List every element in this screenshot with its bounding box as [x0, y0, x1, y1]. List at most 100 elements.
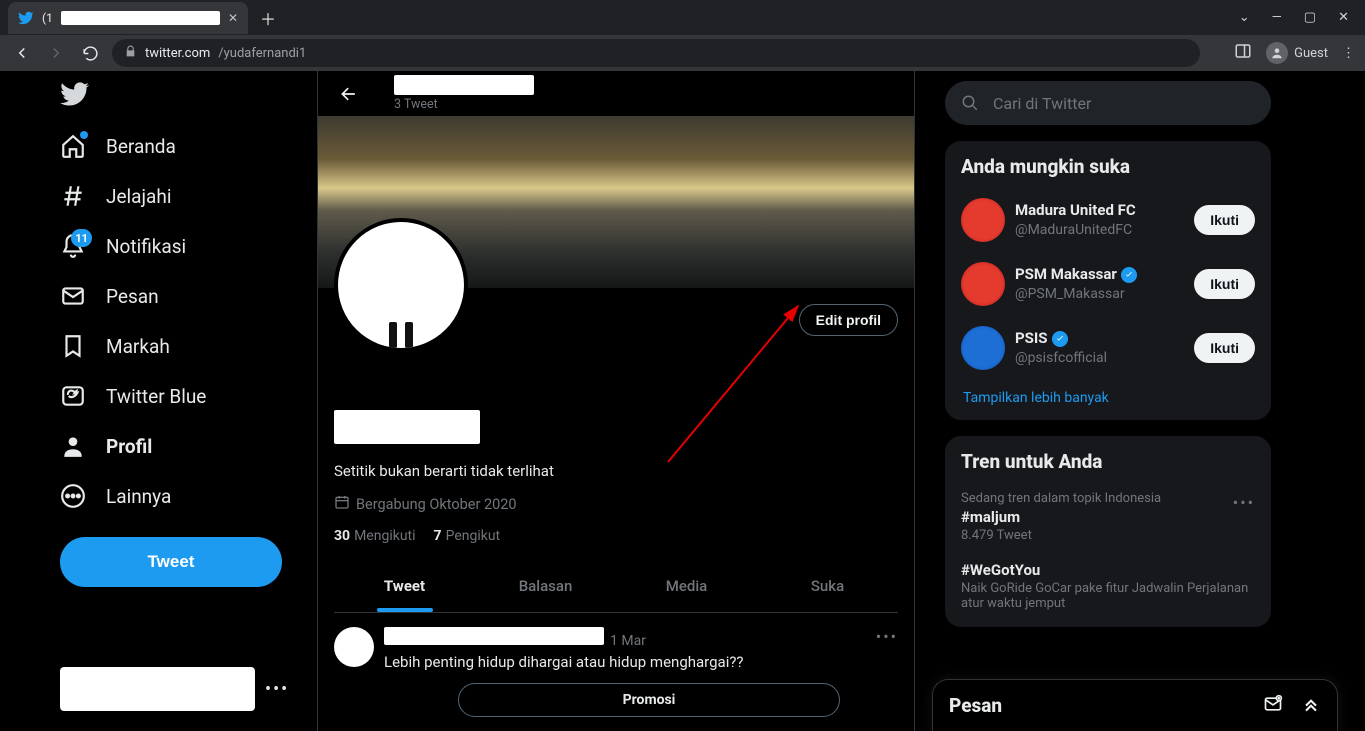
verified-badge-icon — [1121, 267, 1137, 283]
suggestion-avatar — [961, 198, 1005, 242]
trend-tag: #WeGotYou — [961, 561, 1255, 579]
minimize-icon[interactable]: ― — [1272, 10, 1282, 25]
account-redacted — [60, 667, 255, 711]
follow-button[interactable]: Ikuti — [1194, 269, 1255, 299]
trend-count: 8.479 Tweet — [961, 528, 1255, 543]
annotation-arrow-icon — [658, 292, 818, 472]
hash-icon — [60, 183, 86, 209]
sidebar-item-messages[interactable]: Pesan — [60, 271, 317, 321]
close-tab-icon[interactable]: ✕ — [228, 11, 238, 25]
messages-dock[interactable]: Pesan — [932, 679, 1338, 731]
trend-item[interactable]: Sedang tren dalam topik Indonesia #malju… — [961, 483, 1255, 551]
nav-label: Markah — [106, 335, 170, 358]
close-window-icon[interactable]: ✕ — [1338, 10, 1349, 25]
sidebar-item-profile[interactable]: Profil — [60, 421, 317, 471]
nav-label: Twitter Blue — [106, 385, 206, 408]
card-title: Tren untuk Anda — [961, 450, 1255, 473]
panel-icon[interactable] — [1234, 42, 1252, 64]
forward-icon[interactable] — [44, 41, 68, 65]
reload-icon[interactable] — [78, 41, 102, 65]
sidebar: Beranda Jelajahi 11 Notifikasi Pesan — [0, 71, 317, 731]
tweet-text: Lebih penting hidup dihargai atau hidup … — [384, 653, 898, 671]
sidebar-item-bookmarks[interactable]: Markah — [60, 321, 317, 371]
person-icon — [60, 433, 86, 459]
kebab-menu-icon[interactable]: ⋮ — [1342, 46, 1355, 61]
account-switcher[interactable]: ••• — [60, 667, 317, 711]
ellipsis-icon[interactable]: ••• — [265, 679, 289, 700]
suggestion-name: PSM Makassar — [1015, 265, 1184, 285]
envelope-icon — [60, 283, 86, 309]
expand-dock-icon[interactable] — [1301, 694, 1321, 718]
main-column: 3 Tweet Edit profil Setitik bukan berart… — [317, 71, 915, 731]
search-icon — [961, 94, 979, 112]
sidebar-item-notifications[interactable]: 11 Notifikasi — [60, 221, 317, 271]
suggestion-item[interactable]: PSM Makassar @PSM_Makassar Ikuti — [961, 252, 1255, 316]
nav-label: Notifikasi — [106, 235, 186, 258]
nav-label: Lainnya — [106, 485, 171, 508]
profile-tabs: Tweet Balasan Media Suka — [334, 560, 898, 613]
card-title: Anda mungkin suka — [961, 155, 1255, 178]
chevron-down-icon[interactable]: ⌄ — [1239, 10, 1250, 25]
trend-more-icon[interactable]: ••• — [1233, 493, 1255, 512]
suggestion-handle: @PSM_Makassar — [1015, 285, 1184, 303]
sidebar-item-home[interactable]: Beranda — [60, 121, 317, 171]
sidebar-item-twitter-blue[interactable]: Twitter Blue — [60, 371, 317, 421]
search-input[interactable]: Cari di Twitter — [945, 81, 1271, 125]
dock-title: Pesan — [949, 694, 1002, 717]
tab-replies[interactable]: Balasan — [475, 560, 616, 612]
followers-link[interactable]: 7Pengikut — [434, 528, 501, 544]
suggestion-name: PSIS — [1015, 329, 1184, 349]
back-arrow-icon[interactable] — [332, 77, 366, 111]
who-to-follow-card: Anda mungkin suka Madura United FC @Madu… — [945, 141, 1271, 420]
ellipsis-circle-icon — [60, 483, 86, 509]
new-message-icon[interactable] — [1263, 694, 1283, 718]
twitter-favicon-icon — [18, 10, 34, 26]
show-more-link[interactable]: Tampilkan lebih banyak — [961, 380, 1255, 412]
sidebar-item-more[interactable]: Lainnya — [60, 471, 317, 521]
address-bar[interactable]: twitter.com/yudafernandi1 — [112, 39, 1200, 67]
following-link[interactable]: 30Mengikuti — [334, 528, 416, 544]
trend-item[interactable]: #WeGotYou Naik GoRide GoCar pake fitur J… — [961, 551, 1255, 619]
profile-name-redacted — [394, 75, 534, 95]
maximize-icon[interactable]: ▢ — [1304, 10, 1316, 25]
tab-tweets[interactable]: Tweet — [334, 560, 475, 612]
avatar[interactable] — [334, 218, 468, 352]
window-controls: ⌄ ― ▢ ✕ — [1239, 10, 1365, 25]
bookmark-icon — [60, 333, 86, 359]
trend-meta: Sedang tren dalam topik Indonesia — [961, 491, 1255, 506]
display-name-redacted — [334, 410, 480, 444]
browser-chrome: (1 ✕ ＋ ⌄ ― ▢ ✕ twitter.com/yudafernandi1 — [0, 0, 1365, 71]
tweet-item[interactable]: 1 Mar Lebih penting hidup dihargai atau … — [318, 623, 914, 721]
tweet-more-icon[interactable]: ••• — [876, 627, 898, 646]
right-column: Cari di Twitter Anda mungkin suka Madura… — [915, 71, 1295, 731]
nav-label: Pesan — [106, 285, 159, 308]
search-placeholder: Cari di Twitter — [993, 94, 1091, 113]
tweet-avatar[interactable] — [334, 627, 374, 667]
compose-tweet-button[interactable]: Tweet — [60, 537, 282, 587]
edit-profile-button[interactable]: Edit profil — [799, 304, 898, 336]
suggestion-item[interactable]: PSIS @psisfcofficial Ikuti — [961, 316, 1255, 380]
verified-badge-icon — [1052, 331, 1068, 347]
person-icon — [1266, 42, 1288, 64]
browser-tab[interactable]: (1 ✕ — [8, 2, 248, 34]
profile-chip[interactable]: Guest — [1266, 42, 1328, 64]
suggestion-handle: @MaduraUnitedFC — [1015, 221, 1184, 239]
suggestion-item[interactable]: Madura United FC @MaduraUnitedFC Ikuti — [961, 188, 1255, 252]
twitter-logo-icon[interactable] — [60, 79, 90, 109]
notification-badge: 11 — [71, 229, 92, 247]
new-tab-button[interactable]: ＋ — [254, 4, 282, 32]
guest-label: Guest — [1294, 46, 1328, 61]
nav-label: Jelajahi — [106, 185, 171, 208]
back-icon[interactable] — [10, 41, 34, 65]
follow-button[interactable]: Ikuti — [1194, 205, 1255, 235]
promote-button[interactable]: Promosi — [458, 683, 840, 717]
sidebar-item-explore[interactable]: Jelajahi — [60, 171, 317, 221]
tweet-count: 3 Tweet — [394, 97, 534, 112]
follow-button[interactable]: Ikuti — [1194, 333, 1255, 363]
bio-text: Setitik bukan berarti tidak terlihat — [334, 462, 898, 480]
tab-likes[interactable]: Suka — [757, 560, 898, 612]
home-icon — [60, 133, 86, 159]
tab-title-redacted — [61, 11, 220, 25]
tab-media[interactable]: Media — [616, 560, 757, 612]
suggestion-handle: @psisfcofficial — [1015, 349, 1184, 367]
